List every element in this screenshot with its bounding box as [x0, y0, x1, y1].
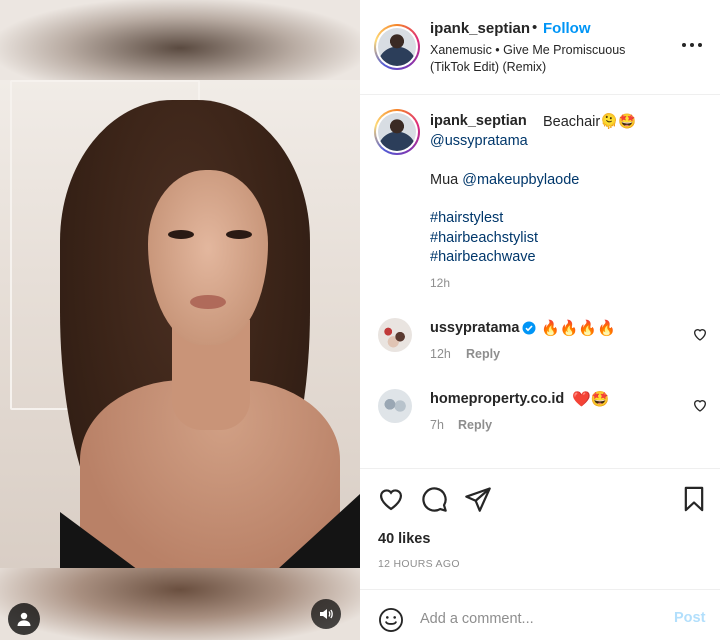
- header-username[interactable]: ipank_septian: [430, 20, 530, 37]
- post-button[interactable]: Post: [674, 610, 705, 626]
- hashtag[interactable]: #hairbeachstylist: [430, 230, 538, 246]
- comment-time: 7h: [430, 418, 444, 432]
- comment-text: ❤️🤩: [572, 391, 610, 408]
- verified-icon: [522, 321, 536, 340]
- add-comment-bar: Post: [360, 589, 720, 640]
- comment-text: 🔥🔥🔥🔥: [541, 320, 616, 337]
- post-header: ipank_septian • Follow Xanemusic • Give …: [360, 0, 720, 95]
- likes-count[interactable]: 40 likes: [378, 531, 430, 547]
- bookmark-icon[interactable]: [680, 485, 708, 513]
- emoji-icon[interactable]: [378, 607, 404, 633]
- more-icon[interactable]: [678, 35, 706, 55]
- user-tag-icon[interactable]: [8, 603, 40, 635]
- comment-time: 12h: [430, 347, 451, 361]
- caption-mention[interactable]: @ussypratama: [430, 133, 528, 149]
- follow-button[interactable]: Follow: [543, 20, 591, 37]
- sound-icon[interactable]: [311, 599, 341, 629]
- post-photo: [0, 80, 360, 568]
- comment-icon[interactable]: [420, 485, 448, 513]
- post-actions: 40 likes 12 HOURS AGO Post: [360, 468, 720, 640]
- share-icon[interactable]: [464, 485, 492, 513]
- hashtag[interactable]: #hairstylest: [430, 210, 503, 226]
- heart-icon[interactable]: [692, 326, 708, 342]
- avatar[interactable]: [378, 318, 412, 352]
- avatar[interactable]: [374, 24, 420, 70]
- music-info[interactable]: Xanemusic • Give Me Promiscuous (TikTok …: [430, 42, 650, 76]
- caption-emojis: 🫠🤩: [600, 114, 637, 130]
- comment: homeproperty.co.id ❤️🤩 7h Reply: [360, 389, 720, 449]
- media-blur-bottom: [0, 568, 360, 640]
- caption-time: 12h: [430, 276, 451, 290]
- avatar[interactable]: [374, 109, 420, 155]
- header-separator: •: [532, 19, 538, 36]
- heart-icon[interactable]: [377, 485, 405, 513]
- heart-icon[interactable]: [692, 397, 708, 413]
- comment-username[interactable]: homeproperty.co.id: [430, 391, 564, 407]
- reply-button[interactable]: Reply: [458, 418, 492, 432]
- media-blur-top: [0, 0, 360, 80]
- mua-mention[interactable]: @makeupbylaode: [462, 172, 579, 188]
- comment-input[interactable]: [420, 604, 660, 634]
- comment: ussypratama 🔥🔥🔥🔥 12h Reply: [360, 318, 720, 378]
- hashtag[interactable]: #hairbeachwave: [430, 249, 536, 265]
- post-time: 12 HOURS AGO: [378, 558, 460, 570]
- music-line: Xanemusic • Give Me Promiscuous: [430, 43, 626, 57]
- reply-button[interactable]: Reply: [466, 347, 500, 361]
- post-media[interactable]: [0, 0, 360, 640]
- comment-username[interactable]: ussypratama: [430, 320, 519, 336]
- caption-mua: Mua @makeupbylaode: [430, 172, 580, 188]
- caption-text: Beachair🫠🤩: [543, 114, 637, 130]
- avatar[interactable]: [378, 389, 412, 423]
- caption-username[interactable]: ipank_septian: [430, 113, 527, 129]
- music-line: (TikTok Edit) (Remix): [430, 60, 547, 74]
- post-side-panel: ipank_septian • Follow Xanemusic • Give …: [360, 0, 720, 640]
